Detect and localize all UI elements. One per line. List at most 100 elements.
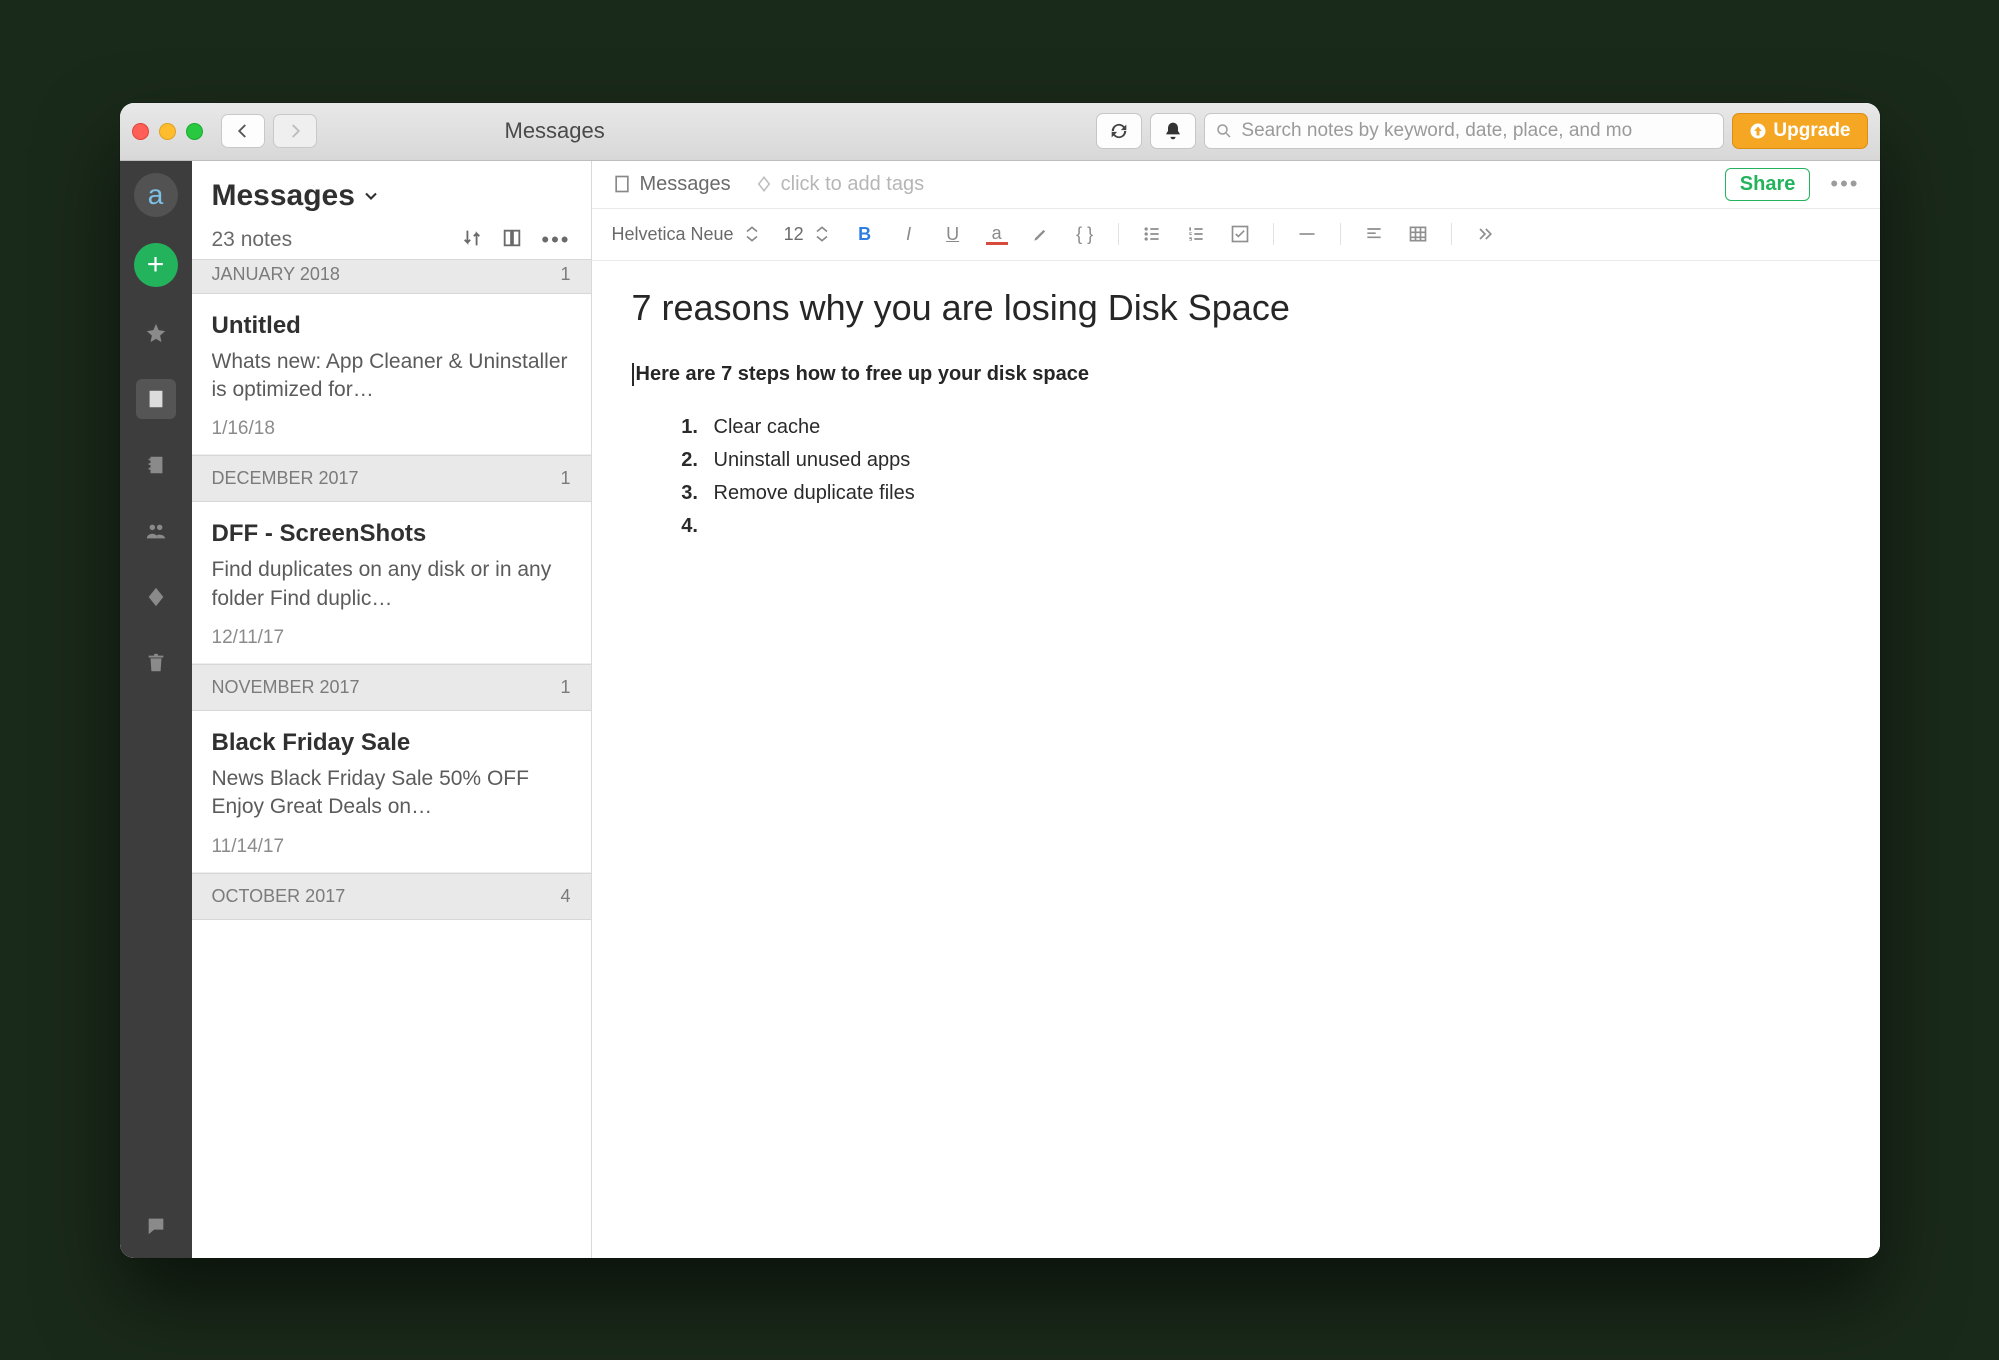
view-options-button[interactable] <box>501 227 523 253</box>
bold-button[interactable]: B <box>854 223 876 245</box>
divider-button[interactable] <box>1296 223 1318 245</box>
note-icon <box>145 388 167 410</box>
font-size-value: 12 <box>784 224 804 245</box>
section-label: JANUARY 2018 <box>212 264 340 285</box>
new-note-button[interactable]: + <box>134 243 178 287</box>
notifications-button[interactable] <box>1150 113 1196 149</box>
star-icon <box>145 322 167 344</box>
trash-button[interactable] <box>136 643 176 683</box>
shortcuts-button[interactable] <box>136 313 176 353</box>
app-logo-icon: a <box>148 179 164 211</box>
tag-icon <box>145 586 167 608</box>
checklist-button[interactable] <box>1229 223 1251 245</box>
section-count: 1 <box>560 264 570 285</box>
highlight-button[interactable] <box>1030 223 1052 245</box>
list-item[interactable]: Remove duplicate files <box>704 482 1840 505</box>
app-body: a + <box>120 161 1880 1258</box>
list-item[interactable]: Clear cache <box>704 416 1840 439</box>
section-label: NOVEMBER 2017 <box>212 677 360 698</box>
people-icon <box>145 520 167 542</box>
note-ordered-list[interactable]: Clear cache Uninstall unused apps Remove… <box>704 416 1840 538</box>
section-count: 1 <box>560 468 570 489</box>
align-icon <box>1364 224 1384 244</box>
italic-button[interactable]: I <box>898 223 920 245</box>
close-window-button[interactable] <box>132 123 149 140</box>
list-more-button[interactable]: ••• <box>541 227 570 253</box>
share-button[interactable]: Share <box>1725 168 1811 201</box>
tags-button[interactable] <box>136 577 176 617</box>
account-button[interactable]: a <box>134 173 178 217</box>
format-toolbar: Helvetica Neue 12 B I U a { } <box>592 209 1880 261</box>
note-item[interactable]: DFF - ScreenShots Find duplicates on any… <box>192 502 591 664</box>
stepper-icon <box>742 224 762 244</box>
numbered-list-icon <box>1186 224 1206 244</box>
font-family-value: Helvetica Neue <box>612 224 734 245</box>
underline-button[interactable]: U <box>942 223 964 245</box>
section-count: 4 <box>560 886 570 907</box>
sync-button[interactable] <box>1096 113 1142 149</box>
zoom-window-button[interactable] <box>186 123 203 140</box>
upgrade-icon <box>1749 122 1767 140</box>
notebook-name: Messages <box>640 173 731 196</box>
search-input[interactable]: Search notes by keyword, date, place, an… <box>1204 113 1724 149</box>
bullet-list-icon <box>1142 224 1162 244</box>
add-tags[interactable]: click to add tags <box>755 173 924 196</box>
note-snippet: Whats new: App Cleaner & Uninstaller is … <box>212 348 571 405</box>
notes-button[interactable] <box>136 379 176 419</box>
list-item[interactable] <box>704 515 1840 538</box>
notebook-icon <box>145 454 167 476</box>
text-color-button[interactable]: a <box>986 223 1008 245</box>
upgrade-button[interactable]: Upgrade <box>1732 113 1867 149</box>
chevrons-right-icon <box>1475 224 1495 244</box>
bullet-list-button[interactable] <box>1141 223 1163 245</box>
code-block-button[interactable]: { } <box>1074 223 1096 245</box>
section-label: OCTOBER 2017 <box>212 886 346 907</box>
note-snippet: Find duplicates on any disk or in any fo… <box>212 556 571 613</box>
notebooks-button[interactable] <box>136 445 176 485</box>
font-family-selector[interactable]: Helvetica Neue <box>612 224 762 245</box>
window-controls <box>132 123 203 140</box>
tags-placeholder: click to add tags <box>781 173 924 196</box>
hr-icon <box>1297 224 1317 244</box>
notebook-icon <box>612 174 632 194</box>
list-item[interactable]: Uninstall unused apps <box>704 449 1840 472</box>
work-chat-button[interactable] <box>136 1206 176 1246</box>
tag-icon <box>755 175 773 193</box>
plus-icon: + <box>147 248 165 282</box>
alignment-button[interactable] <box>1363 223 1385 245</box>
sort-icon <box>461 227 483 249</box>
note-item[interactable]: Black Friday Sale News Black Friday Sale… <box>192 711 591 873</box>
back-button[interactable] <box>221 114 265 148</box>
section-header: OCTOBER 2017 4 <box>192 873 591 920</box>
note-more-button[interactable]: ••• <box>1830 171 1859 197</box>
note-subhead[interactable]: Here are 7 steps how to free up your dis… <box>632 363 1840 386</box>
search-icon <box>1215 122 1233 140</box>
numbered-list-button[interactable] <box>1185 223 1207 245</box>
font-size-selector[interactable]: 12 <box>784 224 832 245</box>
left-rail: a + <box>120 161 192 1258</box>
notebook-chip[interactable]: Messages <box>612 173 731 196</box>
notebook-selector[interactable]: Messages <box>212 179 571 213</box>
note-list-header: Messages 23 notes ••• <box>192 161 591 259</box>
editor-body[interactable]: 7 reasons why you are losing Disk Space … <box>592 261 1880 1258</box>
note-count: 23 notes <box>212 228 293 252</box>
section-header: NOVEMBER 2017 1 <box>192 664 591 711</box>
note-date: 11/14/17 <box>212 836 571 858</box>
trash-icon <box>145 652 167 674</box>
more-format-button[interactable] <box>1474 223 1496 245</box>
minimize-window-button[interactable] <box>159 123 176 140</box>
note-date: 1/16/18 <box>212 418 571 440</box>
note-list-scroll[interactable]: JANUARY 2018 1 Untitled Whats new: App C… <box>192 259 591 1258</box>
note-date: 12/11/17 <box>212 627 571 649</box>
section-header: JANUARY 2018 1 <box>192 259 591 294</box>
table-button[interactable] <box>1407 223 1429 245</box>
sort-button[interactable] <box>461 227 483 253</box>
note-title-field[interactable]: 7 reasons why you are losing Disk Space <box>632 287 1840 329</box>
search-placeholder: Search notes by keyword, date, place, an… <box>1241 120 1632 142</box>
forward-button[interactable] <box>273 114 317 148</box>
note-item[interactable]: Untitled Whats new: App Cleaner & Uninst… <box>192 294 591 456</box>
app-window: Messages Search notes by keyword, date, … <box>120 103 1880 1258</box>
note-list-panel: Messages 23 notes ••• JANUARY 2018 1 <box>192 161 592 1258</box>
shared-button[interactable] <box>136 511 176 551</box>
note-title: Untitled <box>212 312 571 340</box>
